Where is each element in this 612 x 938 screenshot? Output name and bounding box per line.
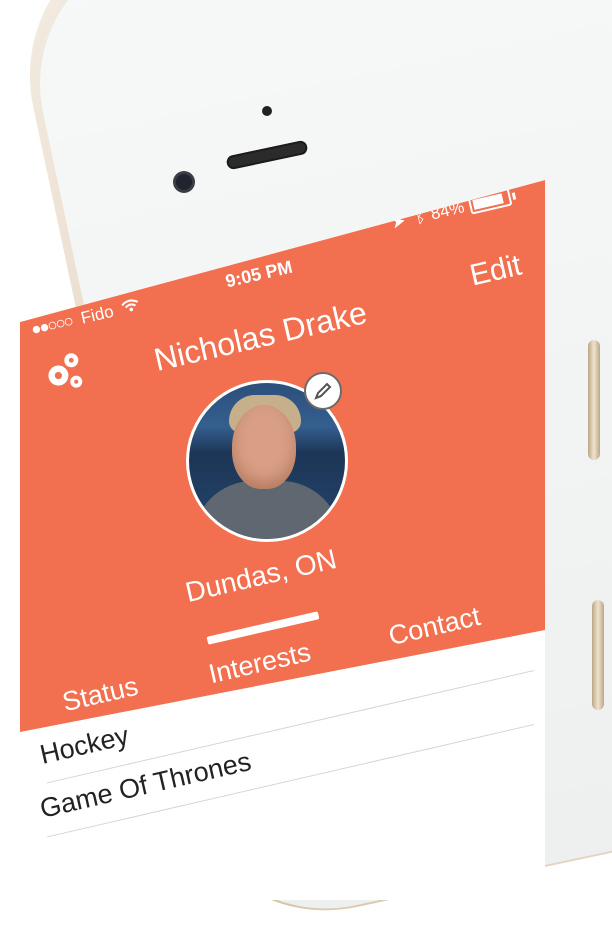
proximity-sensor	[262, 106, 272, 116]
side-button-volume-down	[592, 600, 604, 710]
avatar-face	[232, 405, 296, 489]
phone-frame: ●●○○○ Fido 9:05 PM ➤ ᛒ 84% Edit Nicholas…	[0, 0, 612, 938]
side-button-volume-up	[588, 340, 600, 460]
avatar-shirt	[193, 481, 341, 539]
front-camera	[176, 174, 192, 190]
pencil-icon[interactable]	[304, 372, 342, 410]
